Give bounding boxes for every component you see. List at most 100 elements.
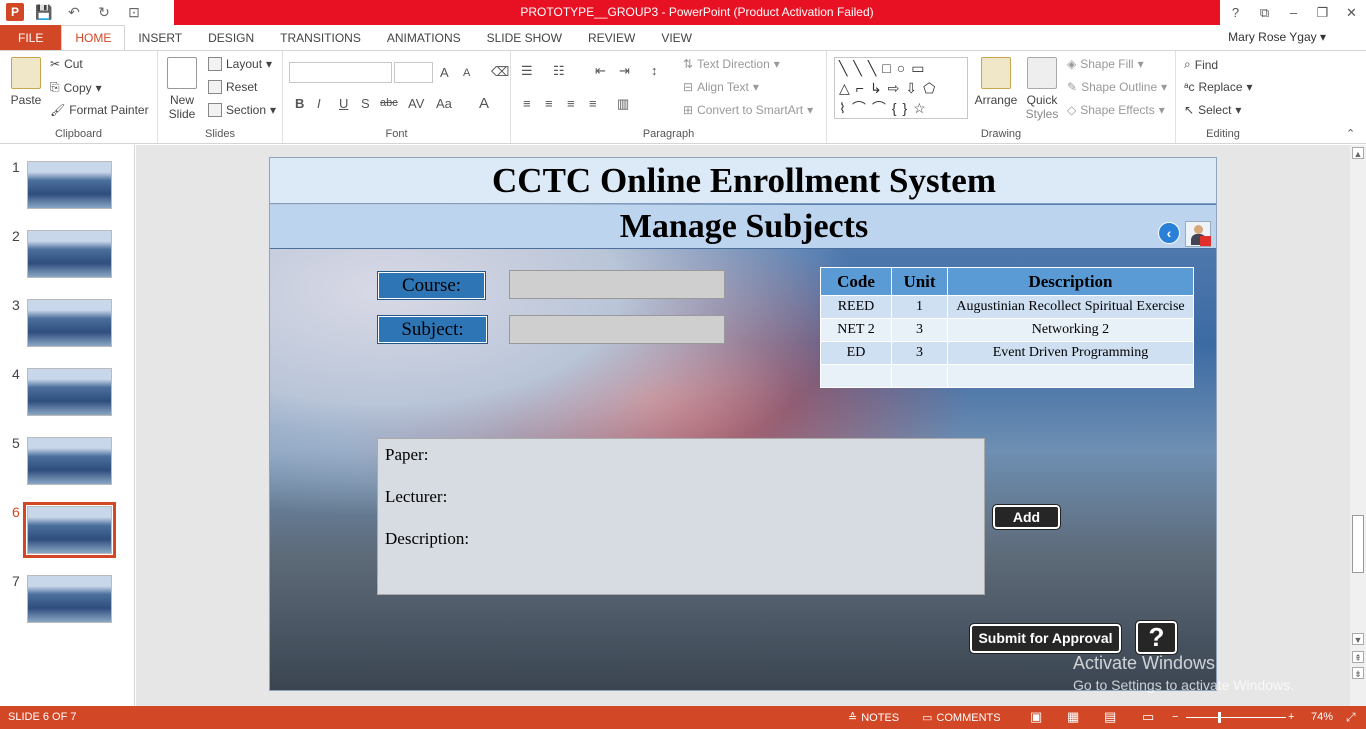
font-family-combo[interactable]	[289, 62, 392, 83]
fit-slide-icon[interactable]: ⤢	[1346, 710, 1356, 725]
increase-indent-icon[interactable]: ⇥	[619, 63, 630, 79]
previous-slide-icon[interactable]: ⇞	[1352, 651, 1364, 663]
bold-button[interactable]: B	[295, 96, 304, 111]
thumbnail-slide-3[interactable]: 3	[0, 297, 135, 357]
scroll-down-icon[interactable]: ▼	[1352, 633, 1364, 645]
close-icon[interactable]: ✕	[1337, 0, 1366, 25]
format-painter-button[interactable]: 🖌 Format Painter	[50, 103, 149, 117]
find-button[interactable]: ⌕ Find	[1184, 57, 1218, 72]
help-button[interactable]: ?	[1135, 620, 1178, 655]
submit-for-approval-button[interactable]: Submit for Approval	[969, 623, 1122, 654]
add-button[interactable]: Add	[992, 504, 1061, 530]
tab-file[interactable]: FILE	[0, 25, 62, 50]
table-row[interactable]	[820, 364, 1194, 388]
shrink-font-button[interactable]: A	[463, 67, 470, 79]
underline-button[interactable]: U	[339, 96, 348, 111]
vertical-scrollbar[interactable]: ▲ ▼ ⇞ ⇟	[1350, 145, 1366, 706]
decrease-indent-icon[interactable]: ⇤	[595, 63, 606, 79]
arrange-button[interactable]: Arrange	[973, 57, 1019, 107]
ribbon-display-icon[interactable]: ⧉	[1250, 0, 1279, 25]
tab-animations[interactable]: ANIMATIONS	[374, 25, 474, 50]
tab-transitions[interactable]: TRANSITIONS	[267, 25, 374, 50]
comments-button[interactable]: ▭ COMMENTS	[922, 711, 1001, 725]
minimize-icon[interactable]: –	[1279, 0, 1308, 25]
slideshow-view-icon[interactable]: ▭	[1142, 709, 1154, 725]
next-slide-icon[interactable]: ⇟	[1352, 667, 1364, 679]
tab-view[interactable]: VIEW	[648, 25, 705, 50]
thumbnail-slide-7[interactable]: 7	[0, 573, 135, 633]
change-case-button[interactable]: Aa	[436, 96, 452, 111]
reading-view-icon[interactable]: ▤	[1104, 709, 1116, 725]
clear-format-icon[interactable]: ⌫	[491, 64, 509, 80]
grow-font-button[interactable]: A	[440, 65, 449, 80]
quick-styles-button[interactable]: Quick Styles	[1021, 57, 1063, 121]
new-slide-button[interactable]: New Slide	[164, 57, 200, 121]
strikethrough-button[interactable]: abc	[380, 97, 398, 109]
zoom-out-icon[interactable]: −	[1172, 711, 1178, 723]
thumbnail-slide-1[interactable]: 1	[0, 159, 135, 219]
align-left-icon[interactable]: ≡	[523, 96, 531, 111]
table-row[interactable]: REED 1 Augustinian Recollect Spiritual E…	[820, 295, 1194, 319]
tab-slide-show[interactable]: SLIDE SHOW	[474, 25, 575, 50]
zoom-slider[interactable]	[1186, 717, 1286, 718]
text-direction-button[interactable]: ⇅ Text Direction ▾	[683, 57, 780, 71]
zoom-level[interactable]: 74%	[1311, 711, 1333, 723]
justify-icon[interactable]: ≡	[589, 96, 597, 111]
paste-button[interactable]: Paste	[6, 57, 46, 107]
thumbnail-slide-4[interactable]: 4	[0, 366, 135, 426]
thumbnail-slide-2[interactable]: 2	[0, 228, 135, 288]
shape-effects-button[interactable]: ◇ Shape Effects ▾	[1067, 103, 1165, 117]
shape-fill-button[interactable]: ◈ Shape Fill ▾	[1067, 57, 1144, 71]
save-icon[interactable]: 💾	[34, 3, 54, 21]
undo-icon[interactable]: ↶	[64, 3, 84, 21]
collapse-ribbon-icon[interactable]: ⌃	[1346, 127, 1355, 140]
zoom-slider-handle[interactable]	[1218, 712, 1221, 723]
bullets-icon[interactable]: ☰	[521, 63, 533, 79]
slide-sorter-icon[interactable]: ▦	[1067, 709, 1079, 725]
font-color-button[interactable]: A	[479, 95, 489, 112]
copy-button[interactable]: ⎘ Copy ▾	[50, 80, 102, 95]
table-row[interactable]: NET 2 3 Networking 2	[820, 318, 1194, 342]
shapes-gallery[interactable]: ╲╲╲□○▭ △⌐↳⇨⇩⬠ ⌇⌒⌒{}☆	[834, 57, 968, 119]
replace-button[interactable]: ᵃc Replace ▾	[1184, 80, 1253, 94]
select-button[interactable]: ↖ Select ▾	[1184, 103, 1241, 117]
current-slide[interactable]: CCTC Online Enrollment System Manage Sub…	[269, 157, 1217, 691]
thumbnail-slide-6[interactable]: 6	[0, 502, 135, 564]
reset-button[interactable]: Reset	[208, 80, 257, 94]
convert-smartart-button[interactable]: ⊞ Convert to SmartArt ▾	[683, 103, 813, 117]
align-center-icon[interactable]: ≡	[545, 96, 553, 111]
numbering-icon[interactable]: ☷	[553, 63, 565, 79]
logout-user-icon[interactable]	[1185, 221, 1211, 247]
section-button[interactable]: Section ▾	[208, 103, 276, 117]
tab-home[interactable]: HOME	[61, 25, 126, 50]
align-text-button[interactable]: ⊟ Align Text ▾	[683, 80, 759, 94]
back-arrow-icon[interactable]: ‹	[1158, 222, 1180, 244]
character-spacing-button[interactable]: AV	[408, 96, 424, 111]
user-account[interactable]: Mary Rose Ygay ▾	[1228, 30, 1326, 44]
redo-icon[interactable]: ↻	[94, 3, 114, 21]
zoom-in-icon[interactable]: +	[1288, 711, 1294, 723]
start-slideshow-icon[interactable]: ⊡	[124, 3, 144, 21]
help-icon[interactable]: ?	[1221, 0, 1250, 25]
thumbnail-slide-5[interactable]: 5	[0, 435, 135, 495]
line-spacing-icon[interactable]: ↕	[651, 63, 658, 78]
table-row[interactable]: ED 3 Event Driven Programming	[820, 341, 1194, 365]
normal-view-icon[interactable]: ▣	[1030, 709, 1042, 725]
layout-button[interactable]: Layout ▾	[208, 57, 272, 71]
scroll-up-icon[interactable]: ▲	[1352, 147, 1364, 159]
font-size-combo[interactable]	[394, 62, 433, 83]
cut-button[interactable]: ✂ Cut	[50, 57, 83, 71]
text-shadow-button[interactable]: S	[361, 96, 370, 111]
shape-outline-button[interactable]: ✎ Shape Outline ▾	[1067, 80, 1167, 94]
scrollbar-thumb[interactable]	[1352, 515, 1364, 573]
italic-button[interactable]: I	[317, 96, 321, 111]
notes-button[interactable]: ≙ NOTES	[848, 711, 899, 725]
restore-icon[interactable]: ❐	[1308, 0, 1337, 25]
columns-icon[interactable]: ▥	[617, 96, 629, 112]
align-right-icon[interactable]: ≡	[567, 96, 575, 111]
course-field[interactable]	[509, 270, 725, 299]
subject-field[interactable]	[509, 315, 725, 344]
tab-insert[interactable]: INSERT	[125, 25, 195, 50]
tab-design[interactable]: DESIGN	[195, 25, 267, 50]
tab-review[interactable]: REVIEW	[575, 25, 648, 50]
